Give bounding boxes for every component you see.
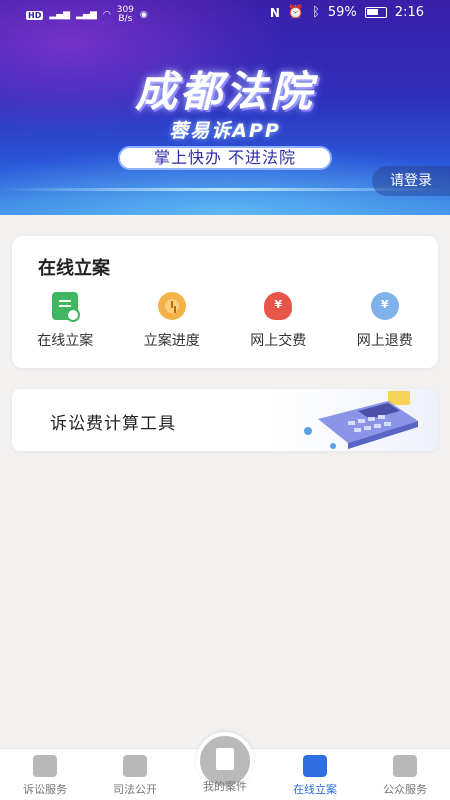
hd-badge: HD xyxy=(26,10,44,20)
public-service-icon xyxy=(393,755,417,777)
nav-online-filing[interactable]: 在线立案 xyxy=(270,749,360,800)
service-filing-progress[interactable]: 立案进度 xyxy=(119,292,226,350)
service-grid: 在线立案 立案进度 ¥ 网上交费 ¥ 网上退费 xyxy=(12,292,438,350)
nav-judicial-disclosure[interactable]: 司法公开 xyxy=(90,749,180,800)
header-banner: HD ▂▄▆ ▂▄▆ ◠ 309 B/s ◉ N ⏰ ᛒ 59% 2:16 成都… xyxy=(0,0,450,215)
service-label: 在线立案 xyxy=(37,333,94,349)
nav-label: 司法公开 xyxy=(113,783,157,796)
clock-icon xyxy=(157,292,186,320)
signal-icon: ▂▄▆ xyxy=(49,10,71,20)
nav-label: 在线立案 xyxy=(293,783,337,796)
login-button[interactable]: 请登录 xyxy=(372,166,450,196)
battery-icon xyxy=(364,7,387,18)
status-left: HD ▂▄▆ ▂▄▆ ◠ 309 B/s ◉ xyxy=(26,6,148,24)
gavel-icon xyxy=(33,755,57,777)
network-speed: 309 B/s xyxy=(116,5,134,24)
service-label: 立案进度 xyxy=(143,333,200,349)
card-title: 在线立案 xyxy=(38,258,110,279)
fee-calculator-banner[interactable]: 诉讼费计算工具 xyxy=(12,389,438,451)
service-label: 网上交费 xyxy=(250,333,307,349)
my-cases-label: 我的案件 xyxy=(203,780,247,793)
app-title: 成都法院 xyxy=(134,67,315,116)
service-label: 网上退费 xyxy=(356,333,413,349)
file-check-icon xyxy=(52,292,81,322)
clock-time: 2:16 xyxy=(394,5,424,20)
status-bar: HD ▂▄▆ ▂▄▆ ◠ 309 B/s ◉ N ⏰ ᛒ 59% 2:16 xyxy=(0,0,450,28)
nav-label: 诉讼服务 xyxy=(23,783,67,796)
bluetooth-icon: ᛒ xyxy=(312,5,320,20)
yuan-refund-icon: ¥ xyxy=(370,292,399,320)
document-list-icon xyxy=(123,755,147,777)
alarm-icon: ⏰ xyxy=(287,5,305,20)
service-online-payment[interactable]: ¥ 网上交费 xyxy=(225,292,332,350)
nav-public-service[interactable]: 公众服务 xyxy=(360,749,450,800)
calculator-illustration-icon xyxy=(304,391,418,449)
signal-icon-2: ▂▄▆ xyxy=(76,10,97,20)
nav-litigation-service[interactable]: 诉讼服务 xyxy=(0,749,90,800)
calculator-title: 诉讼费计算工具 xyxy=(50,414,176,434)
service-online-filing[interactable]: 在线立案 xyxy=(12,292,119,350)
yuan-hand-icon: ¥ xyxy=(264,292,293,320)
nfc-icon: N xyxy=(269,5,280,20)
wifi-icon: ◠ xyxy=(102,10,111,20)
headset-icon: ◉ xyxy=(139,10,148,20)
slogan-pill: 掌上快办 不进法院 xyxy=(118,146,332,170)
filing-icon xyxy=(303,755,327,777)
online-filing-card: 在线立案 在线立案 立案进度 ¥ 网上交费 ¥ 网上退费 xyxy=(12,236,438,368)
status-right: N ⏰ ᛒ 59% 2:16 xyxy=(270,5,424,20)
battery-percent: 59% xyxy=(327,5,357,20)
app-subtitle: 蓉易诉APP xyxy=(169,120,281,142)
nav-label: 公众服务 xyxy=(383,783,427,796)
service-online-refund[interactable]: ¥ 网上退费 xyxy=(332,292,439,350)
